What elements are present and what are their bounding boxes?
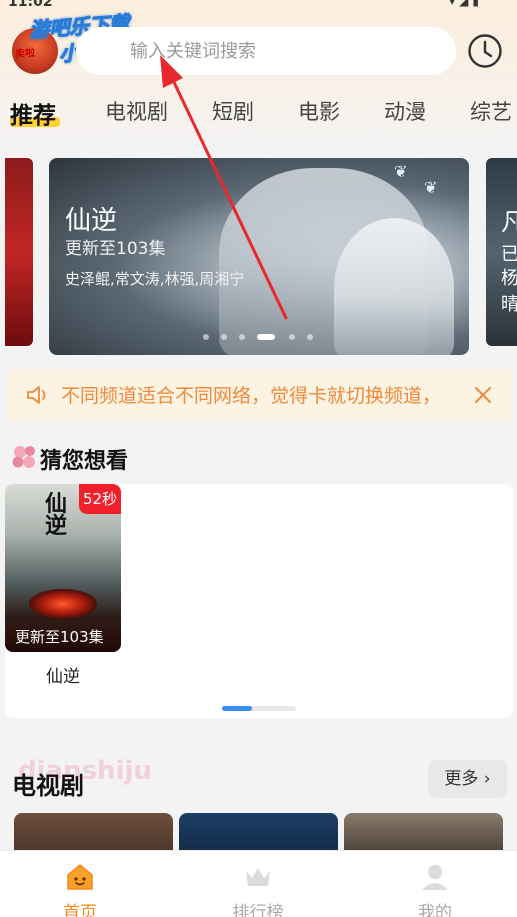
poster-caption: 更新至103集 (5, 622, 121, 652)
butterfly-icon: ❦ (394, 162, 408, 181)
search-input[interactable] (130, 27, 440, 75)
guess-section-title: 猜您想看 (40, 449, 129, 474)
banner-next-card[interactable]: 凡 已 杨 晴 (486, 158, 517, 346)
poster-artwork (29, 589, 97, 619)
watermark-small: 卖啦 (14, 47, 36, 61)
nav-ranking-label: 排行榜 (232, 903, 284, 917)
search-bar[interactable] (76, 27, 456, 75)
banner-carousel: ❦ ❦ 仙逆 更新至103集 史泽鲲,常文涛,林强,周湘宁 凡 已 杨 晴 (0, 158, 517, 356)
banner-artwork-secondary (334, 218, 454, 355)
carousel-dot[interactable] (239, 334, 245, 340)
user-icon (422, 865, 448, 890)
nav-home-label: 首页 (63, 903, 97, 917)
horizontal-scroll-indicator (222, 706, 296, 711)
poster-card[interactable]: 仙逆 52秒 更新至103集 (5, 484, 121, 652)
banner-cast: 史泽鲲,常文涛,林强,周湘宁 (65, 270, 245, 288)
tab-anime[interactable]: 动漫 (384, 96, 426, 126)
banner-subtitle: 更新至103集 (65, 239, 166, 259)
tab-recommended[interactable]: 推荐 (10, 96, 56, 130)
tab-short-drama[interactable]: 短剧 (212, 96, 254, 126)
nav-ranking[interactable]: 排行榜 (208, 851, 308, 917)
speaker-icon (27, 386, 46, 404)
notice-text: 不同频道适合不同网络，觉得卡就切换频道， (61, 385, 442, 407)
next-card-text: 杨 (501, 268, 517, 289)
carousel-dot-active[interactable] (257, 334, 275, 340)
more-button[interactable]: 更多 › (428, 760, 507, 798)
banner-title: 仙逆 (65, 206, 118, 236)
carousel-dots (199, 334, 319, 342)
nav-profile[interactable]: 我的 (385, 851, 485, 917)
tab-variety[interactable]: 综艺 (470, 96, 512, 126)
notice-bar: 不同频道适合不同网络，觉得卡就切换频道， (7, 369, 512, 421)
home-icon (67, 864, 93, 890)
chevron-right-icon: › (478, 769, 491, 789)
scroll-indicator-thumb (222, 706, 252, 711)
carousel-dot[interactable] (289, 334, 295, 340)
close-icon[interactable] (471, 383, 495, 407)
next-card-text: 凡 (501, 208, 517, 236)
category-tabs: 推荐 电视剧 短剧 电影 动漫 综艺 (0, 96, 517, 132)
carousel-dot[interactable] (221, 334, 227, 340)
status-icons: ▾◢▮ (449, 0, 483, 8)
nav-home[interactable]: 首页 (30, 851, 130, 917)
next-card-text: 已 (501, 244, 517, 265)
duration-badge: 52秒 (79, 484, 121, 514)
crown-icon (246, 868, 270, 886)
carousel-dot[interactable] (203, 334, 209, 340)
more-button-label: 更多 (444, 769, 479, 789)
poster-art-text: 仙逆 (45, 492, 68, 539)
tab-tv-series[interactable]: 电视剧 (105, 96, 168, 126)
tv-section-title: 电视剧 (12, 772, 84, 800)
banner-prev-card[interactable] (5, 158, 33, 346)
nav-profile-label: 我的 (418, 903, 452, 917)
carousel-dot[interactable] (307, 334, 313, 340)
butterfly-icon: ❦ (424, 178, 438, 197)
flower-icon (12, 446, 35, 468)
guess-panel: 仙逆 52秒 更新至103集 仙逆 (5, 484, 513, 718)
tab-movies[interactable]: 电影 (298, 96, 340, 126)
bottom-navigation: 首页 排行榜 我的 (0, 850, 517, 917)
next-card-text: 晴 (501, 294, 517, 315)
history-clock-icon[interactable] (467, 33, 503, 69)
banner-slide[interactable]: ❦ ❦ 仙逆 更新至103集 史泽鲲,常文涛,林强,周湘宁 (49, 158, 469, 355)
poster-title[interactable]: 仙逆 (5, 662, 121, 687)
